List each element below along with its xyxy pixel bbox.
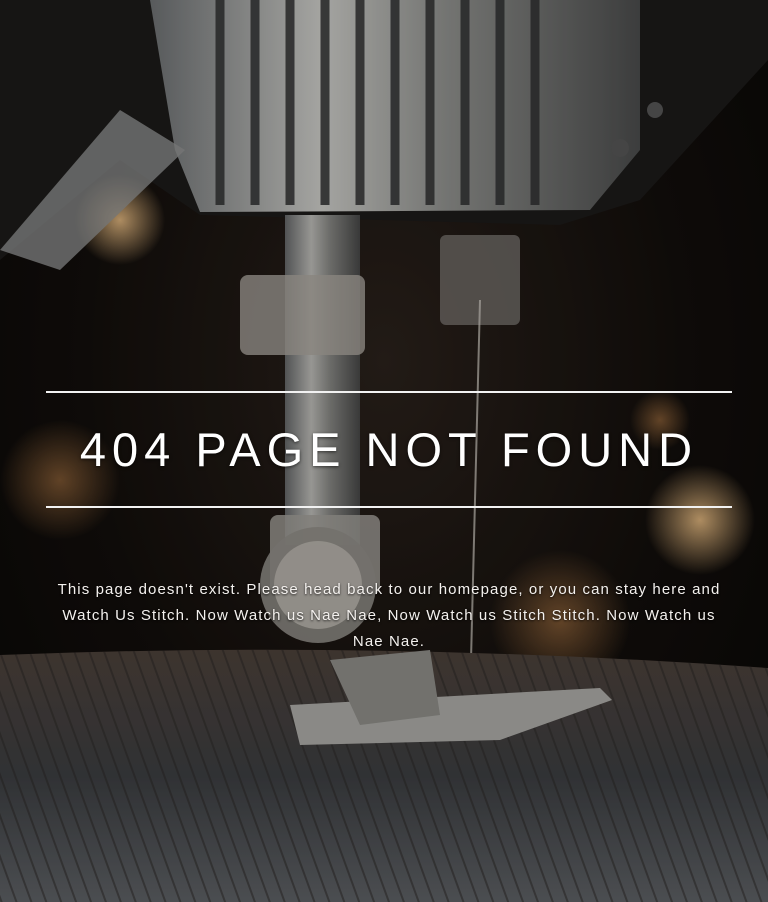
page-title: 404 PAGE NOT FOUND — [79, 423, 699, 476]
error-page: 404 PAGE NOT FOUND This page doesn't exi… — [0, 0, 768, 902]
error-title-frame: 404 PAGE NOT FOUND — [46, 391, 732, 508]
error-message: This page doesn't exist. Please head bac… — [57, 581, 721, 650]
